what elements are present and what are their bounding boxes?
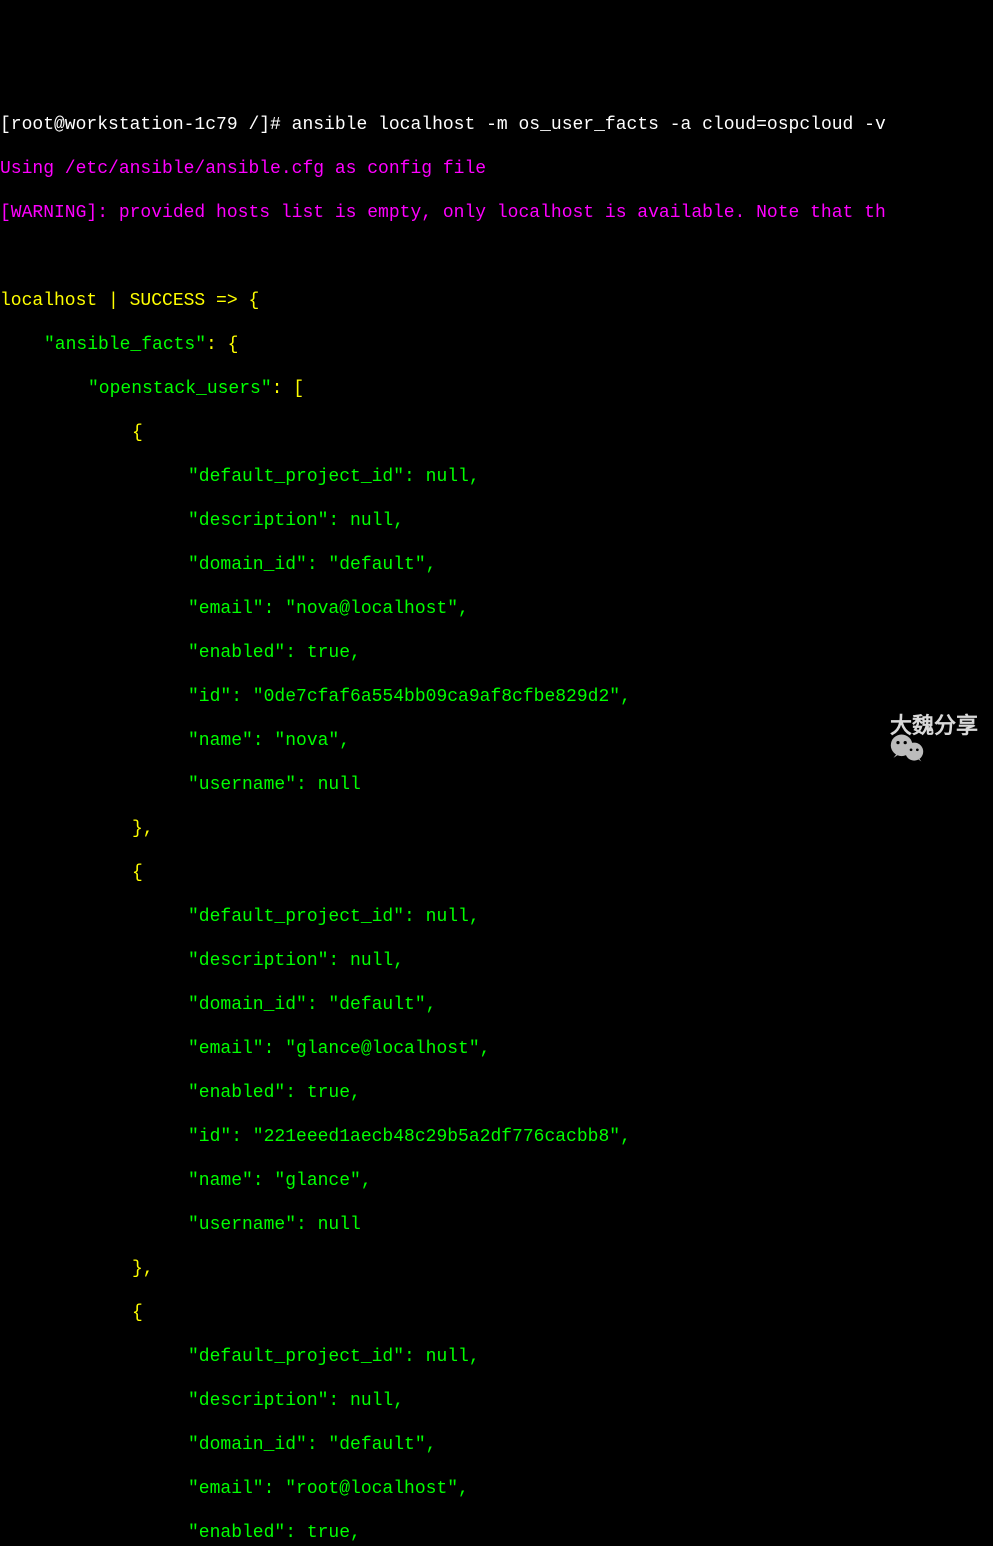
wechat-icon xyxy=(846,711,882,741)
user-field: "enabled": true, xyxy=(0,642,993,664)
user-field: "description": null, xyxy=(0,1390,993,1412)
user-field: "domain_id": "default", xyxy=(0,994,993,1016)
warning-line: [WARNING]: provided hosts list is empty,… xyxy=(0,202,993,224)
user-field: "description": null, xyxy=(0,510,993,532)
user-field: "default_project_id": null, xyxy=(0,466,993,488)
user-field: "email": "root@localhost", xyxy=(0,1478,993,1500)
watermark: 大魏分享 xyxy=(846,711,978,741)
user-field: "name": "nova", xyxy=(0,730,993,752)
user-field: "email": "glance@localhost", xyxy=(0,1038,993,1060)
user-field: "id": "0de7cfaf6a554bb09ca9af8cfbe829d2"… xyxy=(0,686,993,708)
user-field: "username": null xyxy=(0,774,993,796)
config-file-line: Using /etc/ansible/ansible.cfg as config… xyxy=(0,158,993,180)
openstack-users-key: "openstack_users" xyxy=(88,379,272,399)
user-field: "description": null, xyxy=(0,950,993,972)
user-field: "enabled": true, xyxy=(0,1082,993,1104)
user-field: "email": "nova@localhost", xyxy=(0,598,993,620)
shell-prompt: [root@workstation-1c79 /]# xyxy=(0,115,292,135)
success-header: localhost | SUCCESS => { xyxy=(0,291,259,311)
user-field: "domain_id": "default", xyxy=(0,554,993,576)
user-field: "domain_id": "default", xyxy=(0,1434,993,1456)
user-field: "default_project_id": null, xyxy=(0,1346,993,1368)
user-field: "enabled": true, xyxy=(0,1522,993,1544)
user-field: "default_project_id": null, xyxy=(0,906,993,928)
user-field: "username": null xyxy=(0,1214,993,1236)
user-field: "id": "221eeed1aecb48c29b5a2df776cacbb8"… xyxy=(0,1126,993,1148)
command-input: ansible localhost -m os_user_facts -a cl… xyxy=(292,115,886,135)
user-field: "name": "glance", xyxy=(0,1170,993,1192)
terminal-output: [root@workstation-1c79 /]# ansible local… xyxy=(0,88,993,1546)
ansible-facts-key: "ansible_facts" xyxy=(44,335,206,355)
